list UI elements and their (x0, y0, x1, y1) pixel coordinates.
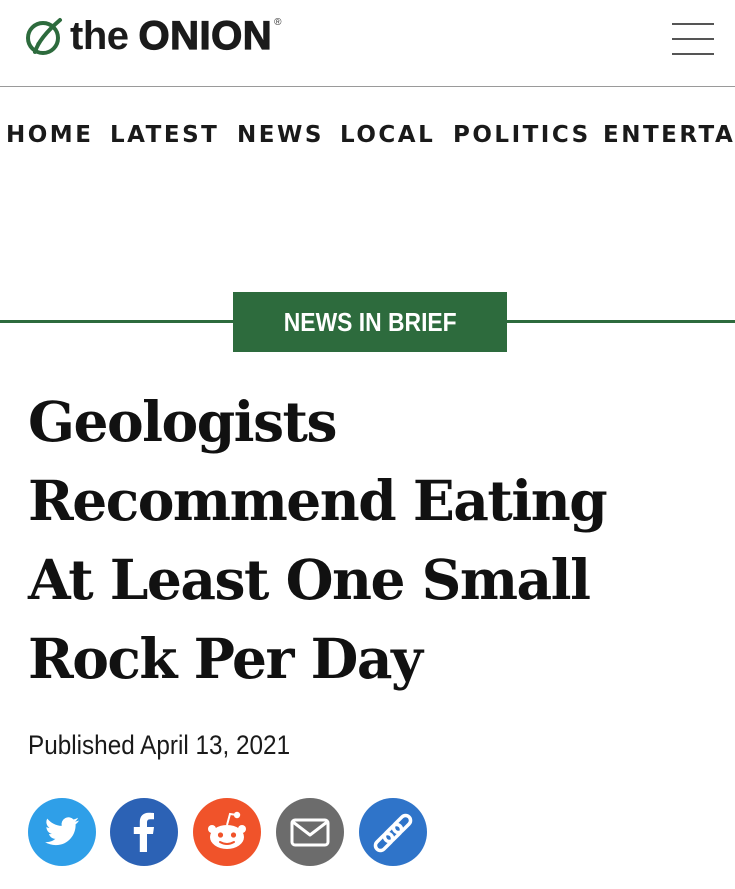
share-twitter-button[interactable] (28, 798, 96, 866)
headline-line: Geologists (28, 389, 337, 454)
onion-logo-icon (26, 18, 62, 55)
section-tag-label: NEWS IN BRIEF (283, 306, 457, 337)
link-icon (359, 798, 427, 866)
nav-politics[interactable]: POLITICS (453, 118, 591, 152)
hamburger-menu-button[interactable] (672, 20, 714, 58)
logo-onion-wordmark: ONION (138, 14, 273, 58)
share-reddit-button[interactable] (193, 798, 261, 866)
hamburger-bar (672, 53, 714, 55)
article-headline: Geologists Recommend Eating At Least One… (28, 382, 718, 698)
logo-the: the (70, 14, 129, 58)
registered-mark: ® (274, 17, 282, 28)
share-email-button[interactable] (276, 798, 344, 866)
site-header: the ONION ® (0, 0, 735, 87)
headline-line: Recommend Eating (28, 468, 608, 533)
headline-line: Rock Per Day (28, 626, 423, 691)
nav-local[interactable]: LOCAL (340, 118, 435, 152)
nav-news[interactable]: NEWS (237, 118, 324, 152)
share-facebook-button[interactable] (110, 798, 178, 866)
nav-latest[interactable]: LATEST (110, 118, 219, 152)
nav-entertainment[interactable]: ENTERTAIN (603, 118, 735, 152)
hamburger-bar (672, 23, 714, 25)
headline-line: At Least One Small (28, 547, 591, 612)
main-nav: HOME LATEST NEWS LOCAL POLITICS ENTERTAI… (0, 118, 735, 152)
hamburger-bar (672, 38, 714, 40)
nav-home[interactable]: HOME (6, 118, 93, 152)
share-link-button[interactable] (359, 798, 427, 866)
section-tag[interactable]: NEWS IN BRIEF (233, 292, 507, 352)
reddit-icon (193, 798, 261, 866)
email-icon (276, 798, 344, 866)
onion-logo[interactable]: the ONION ® (22, 11, 282, 61)
facebook-icon (110, 798, 178, 866)
twitter-icon (28, 798, 96, 866)
published-date: Published April 13, 2021 (28, 730, 291, 760)
